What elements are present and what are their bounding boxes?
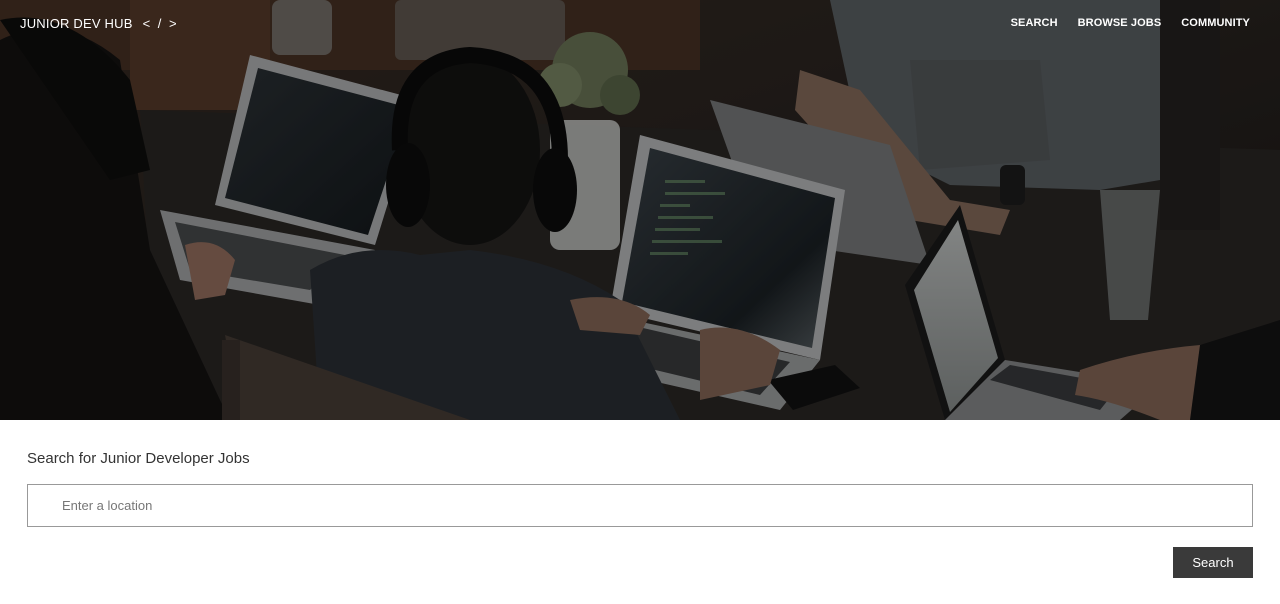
search-button[interactable]: Search xyxy=(1173,547,1253,578)
hero-banner: JUNIOR DEV HUB < / > SEARCH BROWSE JOBS C… xyxy=(0,0,1280,420)
search-heading: Search for Junior Developer Jobs xyxy=(27,450,250,467)
brand-logo[interactable]: JUNIOR DEV HUB < / > xyxy=(20,16,179,31)
location-input[interactable] xyxy=(27,484,1253,527)
brand-name: JUNIOR DEV HUB xyxy=(20,16,133,31)
hero-photo xyxy=(0,0,1280,420)
job-search-section: Search for Junior Developer Jobs Search xyxy=(0,420,1280,604)
nav-links: SEARCH BROWSE JOBS COMMUNITY xyxy=(1011,17,1250,29)
nav-link-browse-jobs[interactable]: BROWSE JOBS xyxy=(1078,17,1162,29)
top-navbar: JUNIOR DEV HUB < / > SEARCH BROWSE JOBS C… xyxy=(0,0,1280,46)
nav-link-search[interactable]: SEARCH xyxy=(1011,17,1058,29)
code-brackets-icon: < / > xyxy=(142,16,179,31)
nav-link-community[interactable]: COMMUNITY xyxy=(1181,17,1250,29)
